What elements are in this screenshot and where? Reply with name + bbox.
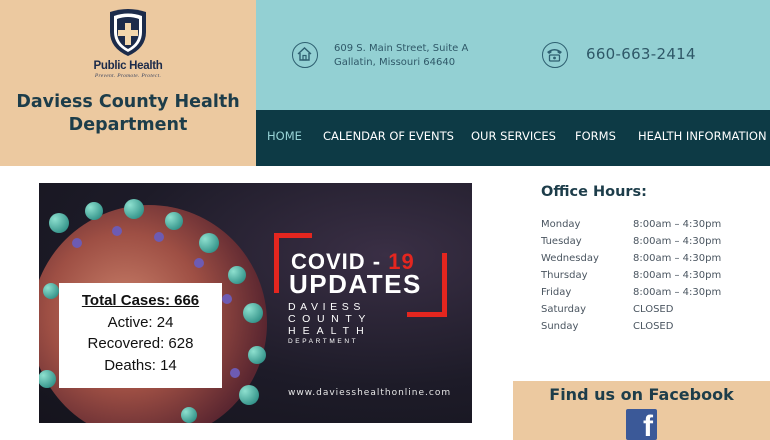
- recovered-cases: Recovered: 628: [87, 335, 194, 352]
- phone-icon: [542, 42, 568, 68]
- brand-panel: Public Health Prevent. Promote. Protect.…: [0, 0, 256, 166]
- nav-item-home[interactable]: HOME: [267, 129, 302, 143]
- deaths-count: Deaths: 14: [104, 357, 177, 374]
- dept-line-health: HEALTH: [288, 325, 371, 337]
- hours-day: Friday: [541, 287, 572, 298]
- hours-row-friday: Friday 8:00am – 4:30pm: [541, 287, 761, 304]
- phone-number[interactable]: 660-663-2414: [586, 45, 696, 63]
- contact-bar: 609 S. Main Street, Suite A Gallatin, Mi…: [256, 0, 770, 110]
- address: 609 S. Main Street, Suite A Gallatin, Mi…: [334, 42, 468, 70]
- hours-time: 8:00am – 4:30pm: [633, 219, 722, 230]
- facebook-icon[interactable]: f: [626, 409, 657, 440]
- active-cases: Active: 24: [107, 314, 174, 331]
- dept-line-county: COUNTY: [288, 313, 372, 325]
- hours-day: Monday: [541, 219, 581, 230]
- office-hours-title: Office Hours:: [541, 184, 647, 200]
- hours-time: 8:00am – 4:30pm: [633, 253, 722, 264]
- total-cases: Total Cases: 666: [81, 292, 200, 309]
- main-navigation: HOME CALENDAR OF EVENTS OUR SERVICES FOR…: [256, 110, 770, 166]
- address-line1: 609 S. Main Street, Suite A: [334, 43, 469, 54]
- hours-time: 8:00am – 4:30pm: [633, 287, 722, 298]
- banner-website-url: www.daviesshealthonline.com: [288, 388, 452, 398]
- hours-row-tuesday: Tuesday 8:00am – 4:30pm: [541, 236, 761, 253]
- hours-time: CLOSED: [633, 321, 674, 332]
- facebook-glyph: f: [643, 410, 653, 440]
- hours-row-saturday: Saturday CLOSED: [541, 304, 761, 321]
- nav-item-calendar-of-events[interactable]: CALENDAR OF EVENTS: [323, 129, 454, 143]
- logo-wordmark: Public Health: [93, 60, 163, 72]
- updates-title: UPDATES: [289, 269, 422, 299]
- nav-item-forms[interactable]: FORMS: [575, 129, 616, 143]
- hours-time: CLOSED: [633, 304, 674, 315]
- logo-tagline: Prevent. Promote. Protect.: [94, 73, 162, 79]
- hours-day: Saturday: [541, 304, 587, 315]
- covid-stats-box: Total Cases: 666 Active: 24 Recovered: 6…: [59, 283, 222, 388]
- hours-row-wednesday: Wednesday 8:00am – 4:30pm: [541, 253, 761, 270]
- hours-day: Wednesday: [541, 253, 599, 264]
- facebook-panel: Find us on Facebook f: [513, 381, 770, 440]
- organization-name[interactable]: Daviess County Health Department: [8, 91, 248, 137]
- dept-line-department: DEPARTMENT: [288, 338, 359, 345]
- dept-line-daviess: DAVIESS: [288, 301, 365, 313]
- hours-row-thursday: Thursday 8:00am – 4:30pm: [541, 270, 761, 287]
- hours-row-monday: Monday 8:00am – 4:30pm: [541, 219, 761, 236]
- hours-time: 8:00am – 4:30pm: [633, 270, 722, 281]
- public-health-logo[interactable]: [104, 8, 152, 58]
- hours-row-sunday: Sunday CLOSED: [541, 321, 761, 338]
- hours-day: Tuesday: [541, 236, 582, 247]
- hours-day: Sunday: [541, 321, 579, 332]
- hours-time: 8:00am – 4:30pm: [633, 236, 722, 247]
- location-icon: [292, 42, 318, 68]
- facebook-title: Find us on Facebook: [549, 385, 734, 404]
- nav-item-health-information[interactable]: HEALTH INFORMATION: [638, 129, 767, 143]
- covid-updates-banner[interactable]: Total Cases: 666 Active: 24 Recovered: 6…: [39, 183, 472, 423]
- nav-item-our-services[interactable]: OUR SERVICES: [471, 129, 556, 143]
- organization-name-line2: Department: [68, 115, 188, 135]
- address-line2: Gallatin, Missouri 64640: [334, 57, 456, 68]
- hours-day: Thursday: [541, 270, 588, 281]
- organization-name-line1: Daviess County Health: [16, 92, 240, 112]
